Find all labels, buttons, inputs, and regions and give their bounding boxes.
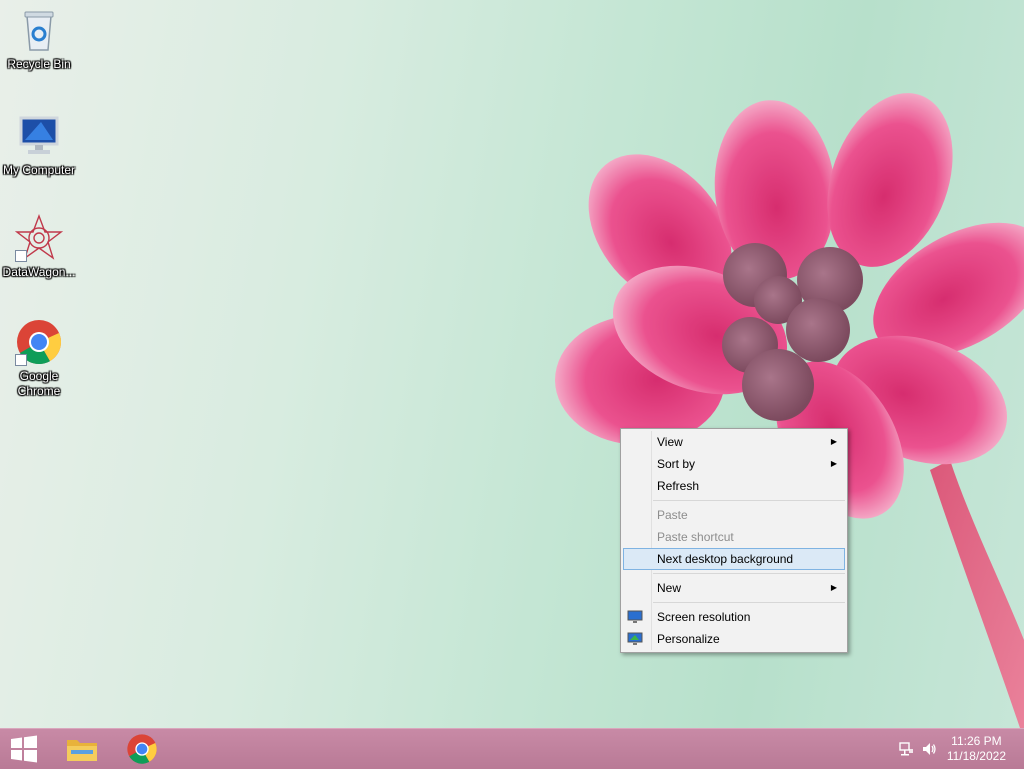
desktop-icon-label: Recycle Bin — [7, 57, 71, 71]
desktop-icon-my-computer[interactable]: My Computer — [0, 112, 78, 178]
desktop-icon-label: Google Chrome — [17, 369, 61, 398]
desktop-icon-google-chrome[interactable]: Google Chrome — [0, 318, 78, 399]
taskbar: 11:26 PM 11/18/2022 — [0, 728, 1024, 769]
start-button[interactable] — [0, 729, 52, 769]
menu-separator — [653, 500, 845, 501]
menu-item-refresh[interactable]: Refresh — [623, 475, 845, 497]
menu-item-personalize[interactable]: Personalize — [623, 628, 845, 650]
clock-time: 11:26 PM — [951, 734, 1002, 748]
desktop-icon-datawagon[interactable]: DataWagon... — [0, 214, 78, 280]
desktop-icon-label: DataWagon... — [2, 265, 76, 279]
computer-icon — [15, 112, 63, 160]
submenu-arrow-icon: ▶ — [830, 437, 837, 446]
display-settings-icon — [627, 610, 643, 623]
shortcut-arrow-icon — [15, 250, 27, 262]
chrome-icon — [15, 318, 63, 366]
folder-icon — [67, 740, 97, 761]
menu-item-paste[interactable]: Paste — [623, 504, 845, 526]
menu-item-sort-by[interactable]: Sort by ▶ — [623, 453, 845, 475]
taskbar-google-chrome[interactable] — [118, 729, 170, 769]
submenu-arrow-icon: ▶ — [830, 459, 837, 468]
network-icon[interactable] — [898, 741, 914, 757]
menu-item-screen-resolution[interactable]: Screen resolution — [623, 606, 845, 628]
submenu-arrow-icon: ▶ — [830, 583, 837, 592]
menu-item-new[interactable]: New ▶ — [623, 577, 845, 599]
clock-date: 11/18/2022 — [946, 749, 1006, 763]
volume-icon[interactable] — [921, 741, 937, 757]
menu-item-paste-shortcut[interactable]: Paste shortcut — [623, 526, 845, 548]
menu-separator — [653, 573, 845, 574]
windows-logo-icon — [11, 735, 37, 763]
personalize-icon — [627, 632, 643, 645]
recycle-bin-icon — [15, 6, 63, 54]
desktop-icon-label: My Computer — [2, 163, 76, 177]
desktop-icon-recycle-bin[interactable]: Recycle Bin — [0, 6, 78, 72]
chrome-icon — [127, 734, 157, 764]
desktop-context-menu: View ▶ Sort by ▶ Refresh Paste Paste sho… — [620, 428, 848, 653]
taskbar-clock[interactable]: 11:26 PM 11/18/2022 — [947, 734, 1006, 764]
desktop-wallpaper — [555, 93, 1024, 728]
taskbar-file-explorer[interactable] — [56, 729, 108, 769]
datawagon-icon — [14, 214, 64, 262]
menu-item-next-desktop-background[interactable]: Next desktop background — [623, 548, 845, 570]
shortcut-arrow-icon — [15, 354, 27, 366]
menu-item-view[interactable]: View ▶ — [623, 431, 845, 453]
menu-separator — [653, 602, 845, 603]
